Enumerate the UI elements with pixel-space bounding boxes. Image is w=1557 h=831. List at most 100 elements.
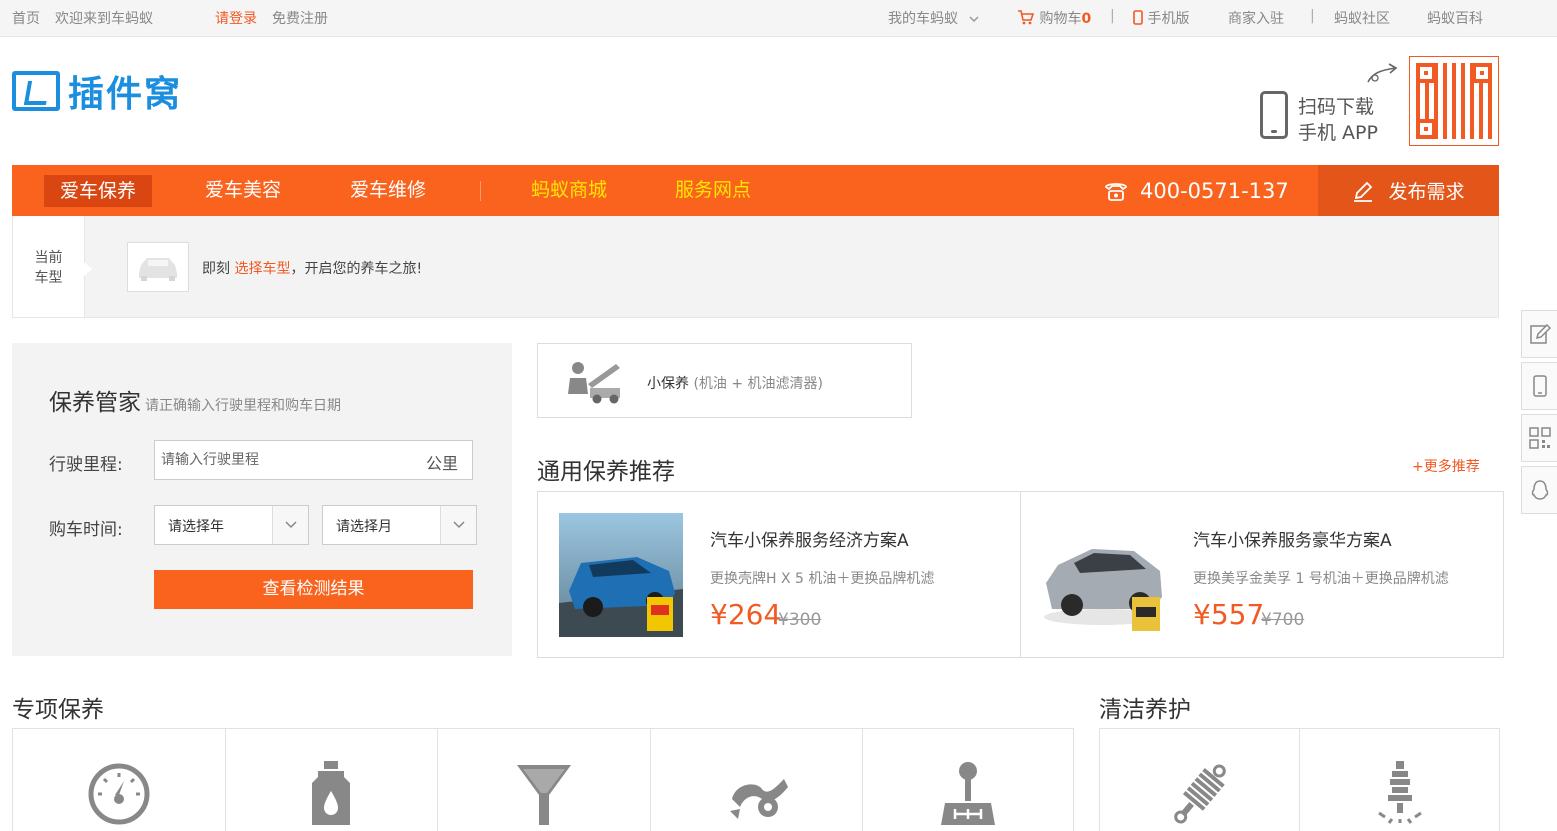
product-image: [1042, 513, 1166, 637]
register-link[interactable]: 免费注册: [272, 8, 328, 28]
product-old-price: ¥700: [1261, 610, 1305, 630]
current-car-label-line2: 车型: [34, 270, 63, 286]
pencil-icon: [1354, 181, 1373, 202]
manager-subtitle: 请正确输入行驶里程和购车日期: [145, 398, 341, 414]
nav-divider: [480, 181, 481, 201]
nav-item-repair[interactable]: 爱车维修: [350, 165, 426, 216]
special-tile[interactable]: [651, 729, 864, 831]
recommend-item[interactable]: 汽车小保养服务豪华方案A 更换美孚金美孚 1 号机油＋更换品牌机滤 ¥557 ¥…: [1021, 492, 1503, 657]
recommend-list: 汽车小保养服务经济方案A 更换壳牌H X 5 机油＋更换品牌机滤 ¥264 ¥3…: [537, 491, 1504, 658]
cart-icon: [1018, 10, 1035, 25]
special-tile[interactable]: [438, 729, 651, 831]
special-tile[interactable]: [863, 729, 1073, 831]
float-mobile-button[interactable]: [1521, 362, 1557, 410]
purchase-date-label: 购车时间:: [49, 520, 123, 540]
qq-icon: [1531, 480, 1548, 500]
cleaning-care-title: 清洁养护: [1099, 697, 1191, 723]
hotline-number: 400-0571-137: [1140, 178, 1289, 203]
select-car-link[interactable]: 选择车型: [234, 261, 290, 277]
login-link[interactable]: 请登录: [215, 8, 257, 28]
publish-request-button[interactable]: 发布需求: [1318, 165, 1499, 216]
my-account-label: 我的车蚂蚁: [888, 11, 958, 27]
telephone-icon: [1105, 182, 1127, 201]
month-select-value: 请选择月: [336, 519, 392, 535]
mileage-input[interactable]: [161, 449, 411, 471]
logo-mark-icon: [12, 71, 60, 111]
chevron-down-icon: [272, 506, 308, 544]
hotline: 400-0571-137: [1104, 165, 1289, 216]
oil-bottle-icon: [312, 761, 351, 825]
product-image: [559, 513, 683, 637]
special-tile[interactable]: [226, 729, 439, 831]
maintenance-manager-panel: 保养管家请正确输入行驶里程和购车日期 行驶里程: 公里 购车时间: 请选择年 请…: [12, 343, 512, 656]
top-bar: 首页 欢迎来到车蚂蚁 请登录 免费注册 我的车蚂蚁 购物车0 | 手机版 商家入…: [0, 0, 1557, 37]
app-promo-line2: 手机 APP: [1298, 122, 1378, 144]
welcome-text: 欢迎来到车蚂蚁: [55, 11, 153, 27]
cart-link[interactable]: 购物车0: [1017, 8, 1091, 28]
mileage-unit: 公里: [425, 454, 458, 473]
purchase-year-select[interactable]: 请选择年: [154, 505, 309, 545]
year-select-value: 请选择年: [168, 519, 224, 535]
cleaning-care-grid: [1099, 728, 1500, 831]
hint-suffix: ，开启您的养车之旅!: [290, 261, 423, 277]
merchant-link[interactable]: 商家入驻: [1228, 8, 1284, 28]
app-qr-code: [1409, 56, 1499, 146]
nav-item-service-points[interactable]: 服务网点: [675, 165, 751, 216]
recommend-item[interactable]: 汽车小保养服务经济方案A 更换壳牌H X 5 机油＋更换品牌机滤 ¥264 ¥3…: [538, 492, 1020, 657]
divider: |: [1310, 8, 1315, 24]
product-name[interactable]: 汽车小保养服务豪华方案A: [1193, 526, 1392, 551]
mobile-link[interactable]: 手机版: [1133, 8, 1189, 28]
wiki-link[interactable]: 蚂蚁百科: [1427, 8, 1483, 28]
select-car-hint: 即刻 选择车型，开启您的养车之旅!: [202, 258, 422, 278]
qr-eye: [1416, 119, 1436, 139]
purchase-month-select[interactable]: 请选择月: [322, 505, 477, 545]
nav-item-maintenance[interactable]: 爱车保养: [44, 175, 153, 207]
clean-tile[interactable]: [1100, 729, 1300, 831]
cart-label: 购物车: [1039, 11, 1082, 27]
car-placeholder-thumb[interactable]: [127, 242, 189, 292]
mileage-label: 行驶里程:: [49, 455, 123, 475]
publish-request-label: 发布需求: [1388, 181, 1465, 203]
float-qr-button[interactable]: [1521, 414, 1557, 462]
community-link[interactable]: 蚂蚁社区: [1334, 8, 1390, 28]
home-link[interactable]: 首页: [12, 8, 40, 28]
product-price: ¥557: [1193, 598, 1265, 631]
view-result-button[interactable]: 查看检测结果: [154, 570, 473, 609]
mechanic-icon: [568, 362, 620, 404]
my-account-menu[interactable]: 我的车蚂蚁: [888, 8, 980, 28]
recommend-title: 通用保养推荐: [537, 459, 675, 485]
clean-tile[interactable]: [1300, 729, 1499, 831]
site-logo[interactable]: 插件窝: [12, 70, 182, 115]
cart-count: 0: [1081, 11, 1092, 27]
nav-item-beauty[interactable]: 爱车美容: [205, 165, 281, 216]
qr-pattern: [1416, 63, 1492, 139]
product-name[interactable]: 汽车小保养服务经济方案A: [710, 526, 909, 551]
car-icon: [139, 258, 177, 281]
edit-icon: [1529, 323, 1551, 344]
app-promo-line1: 扫码下载: [1298, 96, 1375, 118]
transmission-icon: [729, 779, 788, 819]
mileage-field[interactable]: 公里: [154, 440, 473, 480]
special-maintenance-title: 专项保养: [12, 697, 104, 723]
current-car-strip: 当前 车型 即刻 选择车型，开启您的养车之旅!: [12, 216, 1499, 318]
mobile-icon: [1133, 10, 1143, 25]
small-maintenance-card[interactable]: 小保养 (机油 + 机油滤清器): [537, 343, 912, 418]
mobile-icon: [1532, 375, 1547, 397]
special-maintenance-grid: [12, 728, 1074, 831]
qr-code-icon: [1528, 427, 1551, 449]
more-recommend-link[interactable]: +更多推荐: [1412, 456, 1480, 476]
float-qq-button[interactable]: [1521, 466, 1557, 514]
small-maintenance-name: 小保养: [647, 376, 689, 392]
funnel-icon: [516, 765, 571, 825]
manager-title: 保养管家 请正确输入行驶里程和购车日期: [49, 383, 341, 417]
speedometer-icon: [88, 763, 150, 825]
phone-icon: [1260, 91, 1288, 139]
small-maintenance-text: 小保养 (机油 + 机油滤清器): [647, 373, 823, 393]
shock-absorber-icon: [1173, 764, 1226, 824]
special-tile[interactable]: [13, 729, 226, 831]
chevron-down-icon: [440, 506, 476, 544]
float-feedback-button[interactable]: [1521, 310, 1557, 358]
product-desc: 更换壳牌H X 5 机油＋更换品牌机滤: [710, 571, 935, 587]
current-car-label: 当前 车型: [13, 216, 92, 317]
nav-item-mall[interactable]: 蚂蚁商城: [531, 165, 607, 216]
